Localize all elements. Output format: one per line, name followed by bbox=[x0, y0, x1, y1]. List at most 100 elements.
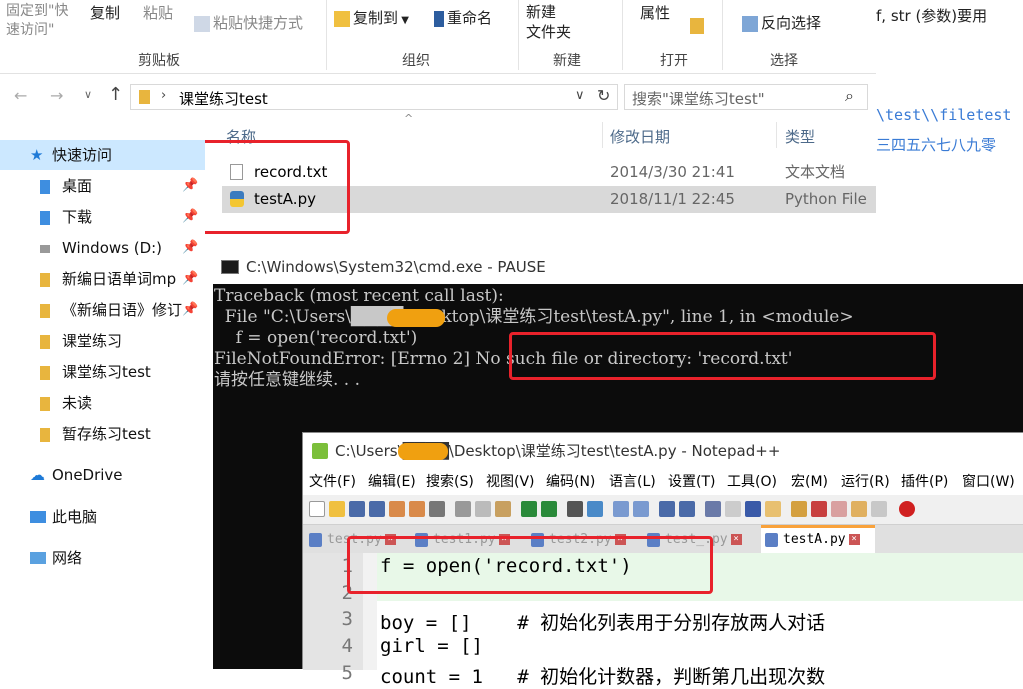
close-tab-icon[interactable]: × bbox=[848, 534, 860, 545]
up-arrow-icon[interactable]: ↑ bbox=[108, 84, 123, 105]
monitor-icon[interactable] bbox=[831, 501, 847, 517]
menu-item-search[interactable]: 搜索(S) bbox=[426, 469, 474, 495]
file-type: Python File bbox=[785, 190, 867, 208]
nav-label: 桌面 bbox=[62, 177, 93, 195]
tab-testA-py-active[interactable]: testA.py × bbox=[761, 525, 875, 553]
cmd-title-bar[interactable]: C:\Windows\System32\cmd.exe - PAUSE bbox=[213, 250, 1023, 284]
close-icon[interactable] bbox=[389, 501, 405, 517]
word-wrap-icon[interactable] bbox=[705, 501, 721, 517]
nav-item-downloads[interactable]: 下载 📌 bbox=[0, 202, 205, 232]
nav-item-onedrive[interactable]: ☁ OneDrive bbox=[0, 460, 205, 490]
show-all-chars-icon[interactable] bbox=[725, 501, 741, 517]
menu-item-macro[interactable]: 宏(M) bbox=[791, 469, 828, 495]
menu-item-language[interactable]: 语言(L) bbox=[609, 469, 656, 495]
function-list-icon[interactable] bbox=[791, 501, 807, 517]
address-bar[interactable]: › 课堂练习test ∨ ↻ bbox=[130, 84, 618, 110]
open-icon[interactable] bbox=[690, 18, 704, 34]
pin-quick-access-button[interactable]: 固定到"快 速访问" bbox=[6, 2, 68, 40]
nav-item-folder[interactable]: 新编日语单词mp 📌 bbox=[0, 264, 205, 294]
paste-icon[interactable] bbox=[495, 501, 511, 517]
search-icon: ⌕ bbox=[845, 86, 854, 105]
open-file-icon[interactable] bbox=[329, 501, 345, 517]
forward-arrow-icon[interactable]: → bbox=[50, 86, 63, 105]
menu-item-tools[interactable]: 工具(O) bbox=[727, 469, 777, 495]
save-all-icon[interactable] bbox=[369, 501, 385, 517]
print-icon[interactable] bbox=[429, 501, 445, 517]
nav-item-folder[interactable]: 暂存练习test bbox=[0, 419, 205, 449]
nav-item-desktop[interactable]: 桌面 📌 bbox=[0, 171, 205, 201]
folder-icon bbox=[40, 397, 50, 411]
column-header-type[interactable]: 类型 bbox=[785, 126, 815, 147]
cut-icon[interactable] bbox=[455, 501, 471, 517]
find-icon[interactable] bbox=[567, 501, 583, 517]
save-icon bbox=[765, 533, 778, 547]
zoom-out-icon[interactable] bbox=[633, 501, 649, 517]
menu-item-run[interactable]: 运行(R) bbox=[841, 469, 890, 495]
start-record-icon[interactable] bbox=[851, 501, 867, 517]
sync-vertical-icon[interactable] bbox=[659, 501, 675, 517]
save-icon[interactable] bbox=[349, 501, 365, 517]
back-arrow-icon[interactable]: ← bbox=[14, 86, 27, 105]
menu-item-settings[interactable]: 设置(T) bbox=[668, 469, 715, 495]
chevron-down-icon[interactable]: ∨ bbox=[575, 88, 585, 103]
eye-icon[interactable] bbox=[871, 501, 887, 517]
pin-icon: 📌 bbox=[182, 178, 199, 193]
folder-workspace-icon[interactable] bbox=[811, 501, 827, 517]
column-divider[interactable] bbox=[776, 122, 777, 148]
ribbon-divider bbox=[722, 0, 723, 70]
nav-item-this-pc[interactable]: 此电脑 bbox=[0, 502, 205, 532]
close-tab-icon[interactable]: × bbox=[730, 534, 742, 545]
invert-selection-button[interactable]: 反向选择 bbox=[742, 12, 821, 33]
group-new: 新建 bbox=[553, 53, 581, 69]
background-document: f, str (参数)要用 \test\\filetest 三四五六七八九零 bbox=[876, 0, 1023, 250]
breadcrumb[interactable]: 课堂练习test bbox=[179, 88, 268, 109]
new-folder-button[interactable]: 新建 文件夹 bbox=[526, 2, 571, 42]
code-line: boy = [] # 初始化列表用于分别存放两人对话 bbox=[380, 612, 826, 634]
record-macro-icon[interactable] bbox=[899, 501, 915, 517]
nav-item-network[interactable]: 网络 bbox=[0, 543, 205, 573]
paste-shortcut-button[interactable]: 粘贴快捷方式 bbox=[194, 12, 303, 33]
search-input[interactable]: 搜索"课堂练习test" ⌕ bbox=[624, 84, 868, 110]
menu-item-file[interactable]: 文件(F) bbox=[309, 469, 356, 495]
folder-icon bbox=[334, 10, 350, 27]
sync-horizontal-icon[interactable] bbox=[679, 501, 695, 517]
bg-doc-line: 三四五六七八九零 bbox=[876, 136, 997, 154]
group-organize: 组织 bbox=[402, 53, 430, 69]
new-file-icon[interactable] bbox=[309, 501, 325, 517]
zoom-in-icon[interactable] bbox=[613, 501, 629, 517]
nav-item-windows-d[interactable]: Windows (D:) 📌 bbox=[0, 233, 205, 263]
copy-to-button[interactable]: 复制到 ▼ bbox=[334, 7, 409, 28]
undo-icon[interactable] bbox=[521, 501, 537, 517]
menu-item-view[interactable]: 视图(V) bbox=[486, 469, 535, 495]
folder-icon bbox=[40, 304, 50, 318]
menu-item-edit[interactable]: 编辑(E) bbox=[368, 469, 416, 495]
column-header-modified[interactable]: 修改日期 bbox=[610, 126, 670, 147]
replace-icon[interactable] bbox=[587, 501, 603, 517]
network-icon bbox=[30, 552, 46, 564]
paste-button[interactable]: 粘贴 bbox=[143, 2, 173, 23]
copy-icon[interactable] bbox=[475, 501, 491, 517]
nav-item-folder[interactable]: 《新编日语》修订 📌 bbox=[0, 295, 205, 325]
refresh-icon[interactable]: ↻ bbox=[597, 86, 610, 105]
paste-shortcut-icon bbox=[194, 15, 210, 32]
recent-dropdown-icon[interactable]: ∨ bbox=[84, 88, 92, 101]
properties-button[interactable]: 属性 bbox=[640, 2, 670, 23]
menu-item-window[interactable]: 窗口(W) bbox=[962, 469, 1015, 495]
menu-item-encoding[interactable]: 编码(N) bbox=[546, 469, 595, 495]
menu-item-plugins[interactable]: 插件(P) bbox=[901, 469, 948, 495]
nav-item-quick-access[interactable]: ★ 快速访问 bbox=[0, 140, 205, 170]
line-number: 3 bbox=[341, 608, 353, 630]
code-line: count = 1 # 初始化计数器，判断第几出现次数 bbox=[380, 666, 826, 688]
redo-icon[interactable] bbox=[541, 501, 557, 517]
nav-item-folder[interactable]: 课堂练习test bbox=[0, 357, 205, 387]
doc-map-icon[interactable] bbox=[765, 501, 781, 517]
pin-icon: 📌 bbox=[182, 209, 199, 224]
close-all-icon[interactable] bbox=[409, 501, 425, 517]
column-divider[interactable] bbox=[602, 122, 603, 148]
nav-item-folder[interactable]: 课堂练习 bbox=[0, 326, 205, 356]
invert-selection-label: 反向选择 bbox=[761, 14, 822, 32]
nav-item-folder[interactable]: 未读 bbox=[0, 388, 205, 418]
indent-guide-icon[interactable] bbox=[745, 501, 761, 517]
copy-button[interactable]: 复制 bbox=[90, 2, 120, 23]
rename-button[interactable]: 重命名 bbox=[434, 7, 492, 28]
